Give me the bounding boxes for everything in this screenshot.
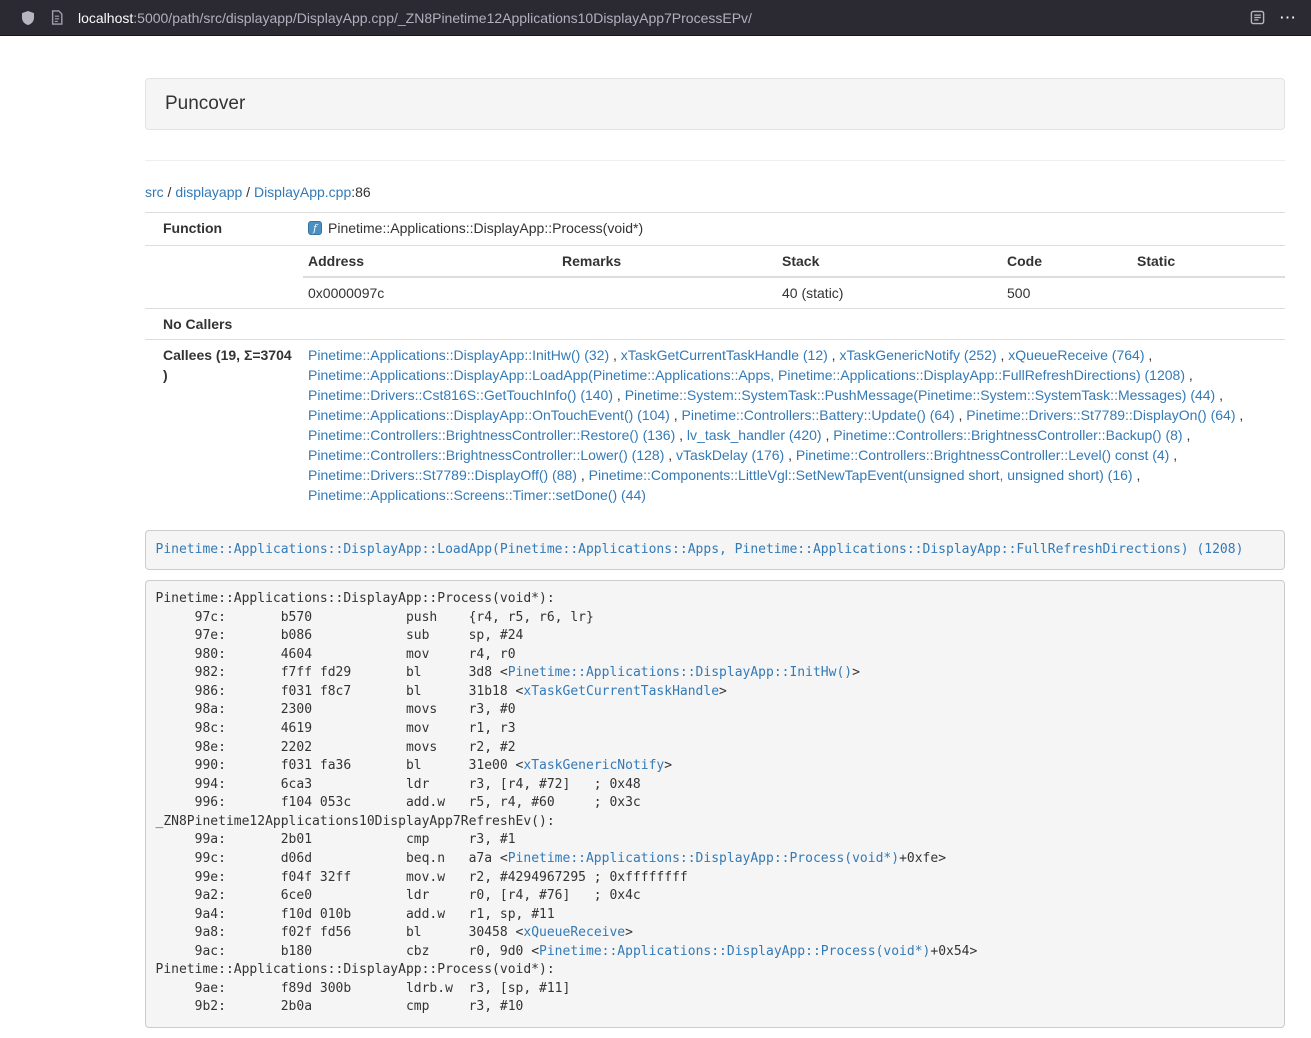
callees-cell: Pinetime::Applications::DisplayApp::Init…: [303, 340, 1285, 511]
stack-value: 40 (static): [777, 277, 1002, 308]
overflow-menu-icon[interactable]: ⋯: [1279, 8, 1297, 28]
browser-toolbar: localhost:5000/path/src/displayapp/Displ…: [0, 0, 1311, 36]
empty-label-cell: [145, 246, 303, 309]
callee-link[interactable]: lv_task_handler (420): [687, 427, 822, 443]
address-value: 0x0000097c: [303, 277, 557, 308]
callee-link[interactable]: Pinetime::System::SystemTask::PushMessag…: [625, 387, 1216, 403]
function-row: Function f Pinetime::Applications::Displ…: [145, 213, 1285, 246]
col-code: Code: [1002, 246, 1132, 277]
app-header-panel: Puncover: [145, 78, 1285, 130]
disassembly-symbol-link[interactable]: Pinetime::Applications::DisplayApp::Proc…: [508, 851, 899, 866]
metrics-values-row: 0x0000097c 40 (static) 500: [303, 277, 1285, 308]
callee-link[interactable]: xTaskGenericNotify (252): [839, 347, 996, 363]
callee-link[interactable]: Pinetime::Applications::DisplayApp::Load…: [308, 367, 1185, 383]
no-callers-label: No Callers: [145, 309, 303, 340]
function-icon: f: [308, 220, 322, 240]
page-info-icon[interactable]: [50, 10, 64, 25]
callee-link[interactable]: Pinetime::Applications::DisplayApp::OnTo…: [308, 407, 670, 423]
breadcrumb: src / displayapp / DisplayApp.cpp:86: [145, 182, 1285, 202]
page-container: Puncover src / displayapp / DisplayApp.c…: [145, 78, 1285, 1028]
callee-link[interactable]: Pinetime::Controllers::Battery::Update()…: [682, 407, 955, 423]
callee-link[interactable]: Pinetime::Drivers::St7789::DisplayOff() …: [308, 467, 577, 483]
col-remarks: Remarks: [557, 246, 777, 277]
metrics-table: Address Remarks Stack Code Static 0x0000…: [303, 246, 1285, 308]
static-value: [1132, 277, 1285, 308]
col-static: Static: [1132, 246, 1285, 277]
col-stack: Stack: [777, 246, 1002, 277]
function-name: Pinetime::Applications::DisplayApp::Proc…: [328, 220, 643, 236]
breadcrumb-link[interactable]: src: [145, 184, 164, 200]
callee-link[interactable]: xQueueReceive (764): [1008, 347, 1144, 363]
breadcrumb-line-number: :86: [351, 184, 370, 200]
code-header-link[interactable]: Pinetime::Applications::DisplayApp::Load…: [156, 542, 1244, 557]
url-path: :5000/path/src/displayapp/DisplayApp.cpp…: [133, 10, 752, 26]
remarks-value: [557, 277, 777, 308]
callees-label: Callees (19, Σ=3704 ): [145, 340, 303, 511]
function-label: Function: [145, 213, 303, 246]
col-address: Address: [303, 246, 557, 277]
callees-row: Callees (19, Σ=3704 ) Pinetime::Applicat…: [145, 340, 1285, 511]
disassembly-symbol-link[interactable]: xTaskGenericNotify: [523, 758, 664, 773]
code-value: 500: [1002, 277, 1132, 308]
callee-link[interactable]: Pinetime::Applications::Screens::Timer::…: [308, 487, 646, 503]
symbol-table: Function f Pinetime::Applications::Displ…: [145, 212, 1285, 510]
address-bar[interactable]: localhost:5000/path/src/displayapp/Displ…: [78, 10, 752, 26]
callee-link[interactable]: Pinetime::Controllers::BrightnessControl…: [308, 447, 664, 463]
disassembly-symbol-link[interactable]: Pinetime::Applications::DisplayApp::Proc…: [539, 944, 930, 959]
callee-link[interactable]: Pinetime::Drivers::St7789::DisplayOn() (…: [966, 407, 1235, 423]
disassembly-symbol-link[interactable]: Pinetime::Applications::DisplayApp::Init…: [508, 665, 852, 680]
disassembly: Pinetime::Applications::DisplayApp::Proc…: [145, 580, 1285, 1028]
disassembly-symbol-link[interactable]: xTaskGetCurrentTaskHandle: [523, 684, 719, 699]
reader-view-icon[interactable]: [1250, 10, 1265, 25]
callee-link[interactable]: Pinetime::Controllers::BrightnessControl…: [796, 447, 1169, 463]
metrics-row: Address Remarks Stack Code Static 0x0000…: [145, 246, 1285, 309]
callers-row: No Callers: [145, 309, 1285, 340]
callee-link[interactable]: Pinetime::Controllers::BrightnessControl…: [833, 427, 1182, 443]
callee-link[interactable]: xTaskGetCurrentTaskHandle (12): [621, 347, 828, 363]
disassembly-symbol-link[interactable]: xQueueReceive: [523, 925, 625, 940]
page-title: Puncover: [165, 93, 1265, 115]
url-host: localhost: [78, 10, 133, 26]
shield-icon[interactable]: [20, 10, 36, 26]
callee-link[interactable]: vTaskDelay (176): [676, 447, 784, 463]
divider: [145, 160, 1285, 161]
breadcrumb-link[interactable]: DisplayApp.cpp: [254, 184, 351, 200]
callee-link[interactable]: Pinetime::Controllers::BrightnessControl…: [308, 427, 675, 443]
callee-link[interactable]: Pinetime::Applications::DisplayApp::Init…: [308, 347, 609, 363]
code-header-panel: Pinetime::Applications::DisplayApp::Load…: [145, 530, 1285, 570]
callee-link[interactable]: Pinetime::Components::LittleVgl::SetNewT…: [589, 467, 1133, 483]
callee-link[interactable]: Pinetime::Drivers::Cst816S::GetTouchInfo…: [308, 387, 613, 403]
breadcrumb-link[interactable]: displayapp: [175, 184, 242, 200]
